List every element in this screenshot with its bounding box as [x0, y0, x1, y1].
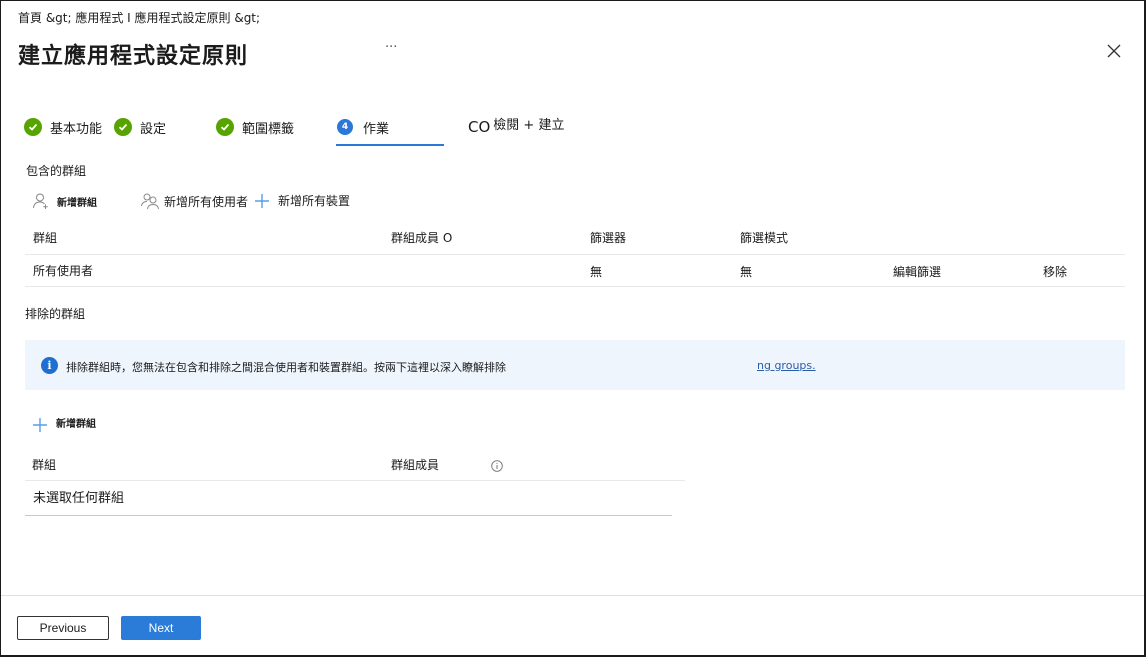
column-header-group-members[interactable]: 群組成員 O	[391, 229, 452, 246]
step-label: 作業	[363, 121, 390, 137]
more-options-button[interactable]: ···	[385, 40, 397, 55]
column-header-group-members[interactable]: 群組成員	[391, 456, 439, 473]
filter-mode-value: 無	[740, 265, 753, 279]
next-button[interactable]: Next	[121, 616, 201, 640]
table-divider	[25, 286, 1125, 287]
step-scope-tags[interactable]: 範圍標籤	[216, 116, 294, 138]
table-row: 所有使用者 無 無 編輯篩選 移除	[25, 255, 1125, 286]
learn-more-link[interactable]: ng groups.	[757, 359, 816, 372]
window-frame	[0, 0, 1146, 657]
edit-filter-link[interactable]: 編輯篩選	[893, 263, 941, 280]
info-icon: i	[41, 357, 58, 374]
add-all-devices-label: 新增所有裝置	[278, 194, 351, 208]
step-basics[interactable]: 基本功能	[24, 116, 102, 138]
previous-button[interactable]: Previous	[17, 616, 109, 640]
empty-groups-text: 未選取任何群組	[33, 491, 125, 506]
check-icon	[24, 118, 42, 136]
check-icon	[114, 118, 132, 136]
excluded-groups-label: 排除的群組	[25, 307, 86, 321]
close-icon	[1107, 44, 1121, 58]
info-tooltip-icon[interactable]	[491, 457, 503, 476]
group-name: 所有使用者	[33, 264, 94, 278]
add-groups-button[interactable]: 新增群組	[32, 192, 97, 210]
column-header-group[interactable]: 群組	[33, 229, 57, 246]
add-excluded-groups-button[interactable]: 新增群組	[32, 417, 96, 433]
table-divider	[25, 480, 685, 481]
step-review-create[interactable]: CO 檢閱 + 建立	[468, 116, 564, 138]
breadcrumb[interactable]: 首頁 &gt; 應用程式 I 應用程式設定原則 &gt;	[18, 9, 260, 26]
add-person-icon	[33, 193, 48, 209]
footer-divider	[1, 595, 1144, 596]
filter-value: 無	[590, 265, 603, 279]
column-header-group[interactable]: 群組	[32, 456, 56, 473]
people-icon	[141, 193, 159, 210]
active-step-indicator	[336, 144, 444, 146]
close-button[interactable]	[1106, 43, 1122, 59]
step-assignments[interactable]: 4 作業	[337, 116, 389, 138]
add-excluded-groups-label: 新增群組	[56, 418, 96, 430]
add-all-users-button[interactable]: 新增所有使用者	[140, 192, 248, 210]
step-prefix: CO	[468, 118, 491, 136]
column-header-filter[interactable]: 篩選器	[590, 229, 626, 246]
table-bottom-divider	[25, 515, 672, 516]
step-label: 檢閱 + 建立	[493, 117, 565, 133]
info-banner-text: 排除群組時，您無法在包含和排除之間混合使用者和裝置群組。按兩下這裡以深入瞭解排除	[66, 361, 506, 374]
remove-link[interactable]: 移除	[1043, 263, 1067, 280]
add-groups-label: 新增群組	[57, 197, 97, 209]
add-all-users-label: 新增所有使用者	[164, 194, 249, 209]
page-title: 建立應用程式設定原則	[18, 44, 249, 69]
check-icon	[216, 118, 234, 136]
add-all-devices-button[interactable]: 新增所有裝置	[254, 192, 350, 209]
step-label: 設定	[140, 121, 167, 137]
plus-icon	[33, 418, 47, 432]
step-number-badge: 4	[337, 119, 353, 135]
included-groups-label: 包含的群組	[26, 164, 87, 178]
step-settings[interactable]: 設定	[114, 116, 166, 138]
step-label: 基本功能	[50, 121, 103, 137]
column-header-filter-mode[interactable]: 篩選模式	[740, 229, 788, 246]
step-label: 範圍標籤	[242, 121, 295, 137]
plus-icon	[255, 193, 269, 208]
